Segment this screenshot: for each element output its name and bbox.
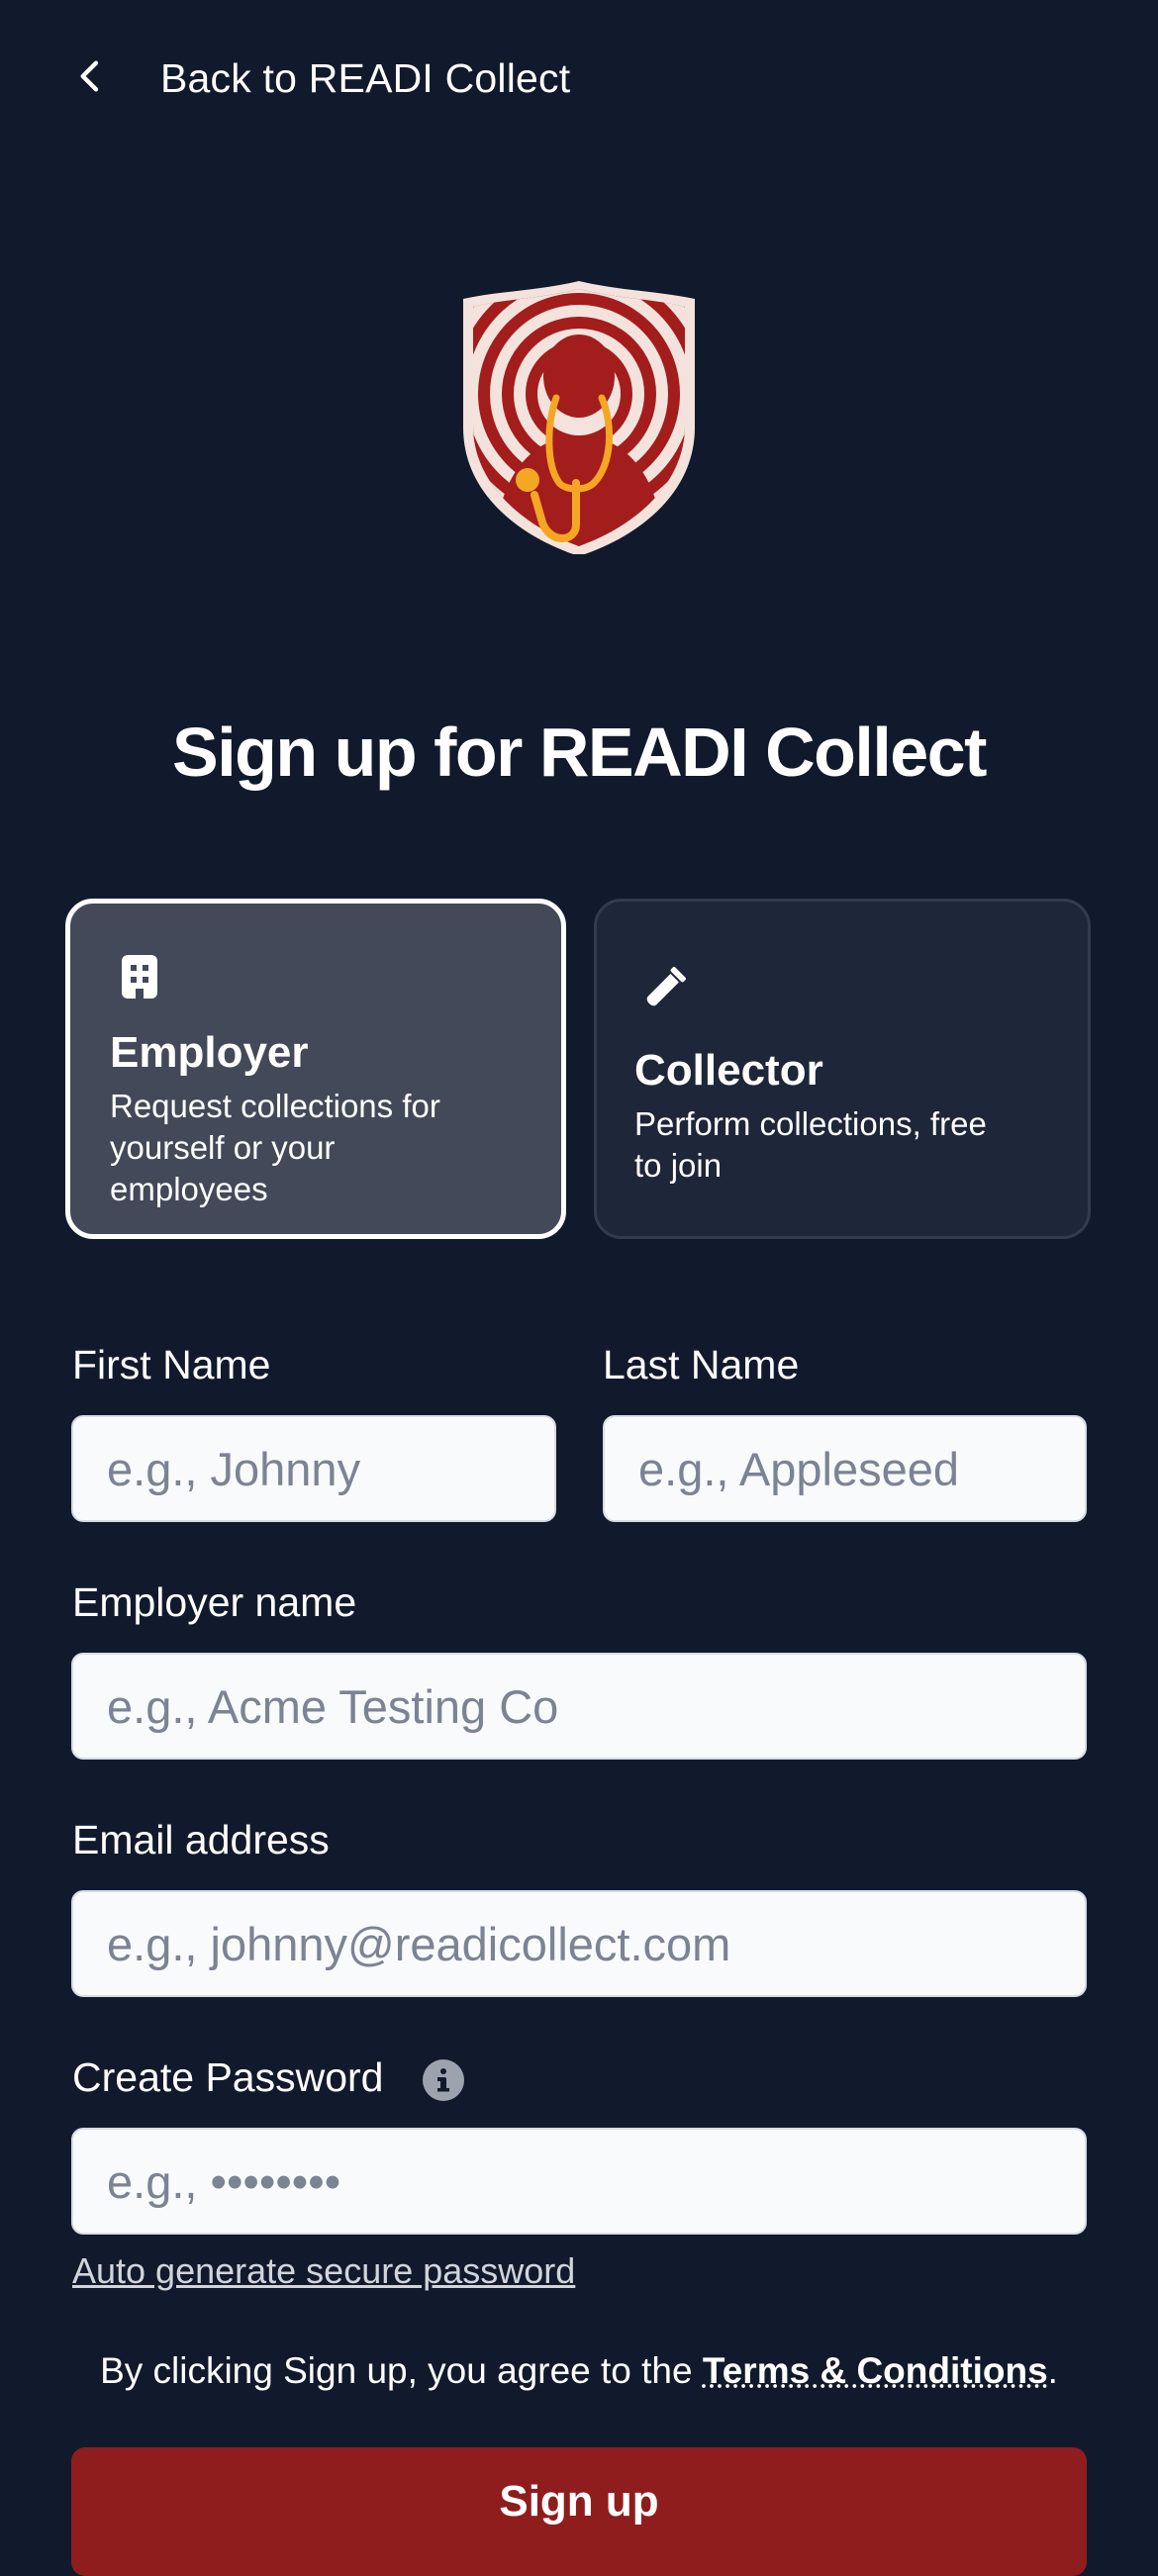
back-button[interactable]: Back to READI Collect [71, 44, 570, 113]
terms-notice: By clicking Sign up, you agree to the Te… [0, 2350, 1158, 2392]
page-title: Sign up for READI Collect [172, 714, 987, 791]
password-label: Create Password [72, 2054, 384, 2100]
terms-link[interactable]: Terms & Conditions [703, 2350, 1048, 2391]
email-label: Email address [72, 1817, 330, 1862]
auto-generate-password-link[interactable]: Auto generate secure password [72, 2250, 575, 2292]
password-input[interactable] [71, 2128, 1087, 2235]
last-name-input[interactable] [603, 1415, 1087, 1522]
role-desc-line: employees [110, 1171, 268, 1207]
back-label: Back to READI Collect [160, 54, 571, 101]
readi-collect-logo [455, 277, 703, 556]
role-card-employer[interactable]: Employer Request collections for yoursel… [65, 899, 566, 1239]
role-title: Employer [110, 1028, 309, 1077]
employer-name-label: Employer name [72, 1579, 357, 1625]
top-bar: Back to READI Collect [0, 0, 1158, 148]
building-icon [116, 953, 163, 1001]
role-desc-line: Request collections for [110, 1088, 440, 1124]
employer-name-input[interactable] [71, 1653, 1087, 1760]
sign-up-button[interactable]: Sign up [71, 2447, 1087, 2576]
terms-suffix: . [1047, 2350, 1058, 2391]
role-desc-line: to join [634, 1147, 723, 1184]
role-desc-line: yourself or your [110, 1129, 336, 1166]
chevron-left-icon [71, 56, 111, 101]
test-tube-icon [638, 967, 686, 1014]
last-name-label: Last Name [603, 1342, 800, 1387]
role-description: Perform collections, free to join [634, 1103, 987, 1187]
role-description: Request collections for yourself or your… [110, 1086, 440, 1210]
first-name-input[interactable] [71, 1415, 556, 1522]
info-icon[interactable] [422, 2058, 465, 2102]
role-desc-line: Perform collections, free [634, 1105, 987, 1142]
terms-prefix: By clicking Sign up, you agree to the [100, 2350, 703, 2391]
first-name-label: First Name [72, 1342, 271, 1387]
email-input[interactable] [71, 1890, 1087, 1997]
role-title: Collector [634, 1046, 823, 1095]
role-card-collector[interactable]: Collector Perform collections, free to j… [594, 899, 1091, 1239]
